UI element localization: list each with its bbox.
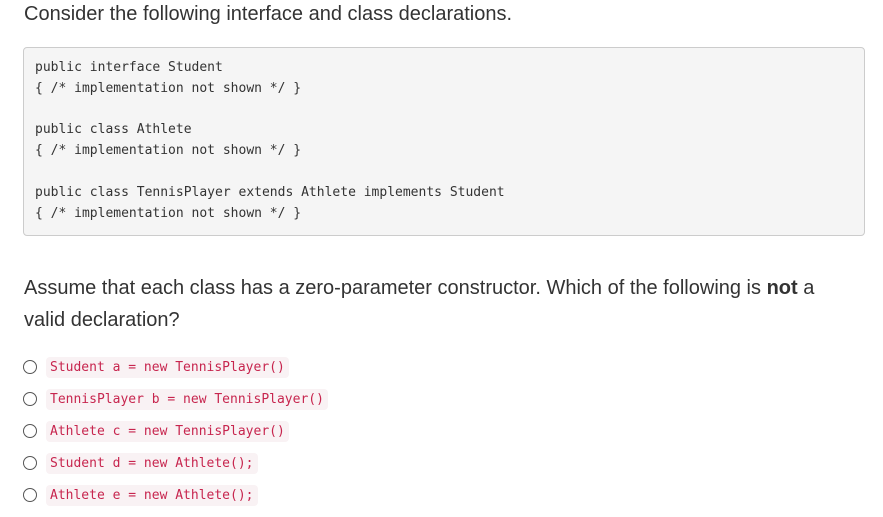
radio-button-icon[interactable] <box>23 360 37 374</box>
answer-option-label: Student d = new Athlete(); <box>46 452 258 474</box>
code-line: { /* implementation not shown */ } <box>35 80 302 96</box>
radio-button-icon[interactable] <box>23 456 37 470</box>
answer-option-label: Student a = new TennisPlayer() <box>46 356 289 378</box>
answer-option-label: Athlete e = new Athlete(); <box>46 484 258 506</box>
answer-option-label: TennisPlayer b = new TennisPlayer() <box>46 388 328 410</box>
radio-button-icon[interactable] <box>23 488 37 502</box>
question-text-part: Assume that each class has a zero-parame… <box>24 277 767 299</box>
answer-option-d[interactable]: Student d = new Athlete(); <box>23 450 258 476</box>
code-line: { /* implementation not shown */ } <box>35 143 302 159</box>
radio-button-icon[interactable] <box>23 424 37 438</box>
code-line: public class Athlete <box>35 122 192 138</box>
code-line: public class TennisPlayer extends Athlet… <box>35 184 505 200</box>
answer-option-e[interactable]: Athlete e = new Athlete(); <box>23 482 258 508</box>
code-line: public interface Student <box>35 60 223 75</box>
question-intro: Consider the following interface and cla… <box>24 3 513 25</box>
code-line: { /* implementation not shown */ } <box>35 205 302 221</box>
answer-option-b[interactable]: TennisPlayer b = new TennisPlayer() <box>23 386 328 412</box>
code-block: public interface Student { /* implementa… <box>23 47 865 236</box>
question-emphasis: not <box>766 277 798 299</box>
radio-button-icon[interactable] <box>23 392 37 406</box>
answer-option-a[interactable]: Student a = new TennisPlayer() <box>23 354 289 380</box>
answer-option-label: Athlete c = new TennisPlayer() <box>46 420 289 442</box>
answer-option-c[interactable]: Athlete c = new TennisPlayer() <box>23 418 289 444</box>
question-text: Assume that each class has a zero-parame… <box>24 272 854 336</box>
